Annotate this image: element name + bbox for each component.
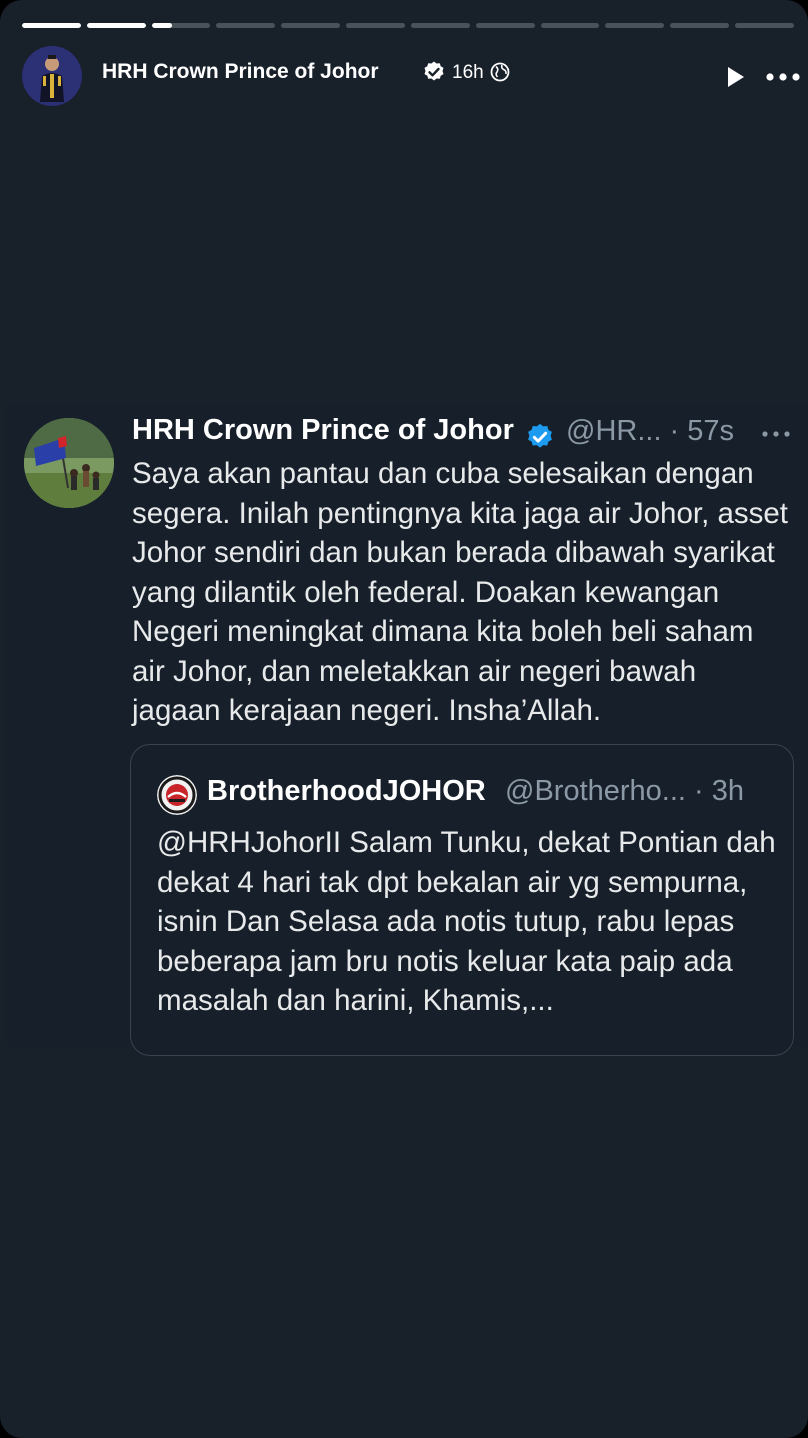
progress-segment [735,23,794,28]
story-header: HRH Crown Prince of Johor 16h [22,46,800,108]
progress-segment [670,23,730,28]
story-progress-bar [22,23,794,28]
progress-segment [346,23,405,28]
quoted-handle-time[interactable]: @Brotherho... · 3h [505,775,744,808]
tweet-text: Saya akan pantau dan cuba selesaikan den… [132,457,788,727]
progress-segment [540,23,600,28]
tweet-card[interactable]: HRH Crown Prince of Johor @HR... · 57s S… [6,404,808,1056]
progress-segment-fill [151,23,173,28]
quoted-author-name[interactable]: BrotherhoodJOHOR [207,775,486,808]
story-timestamp: 16h [452,62,484,83]
progress-segment [22,23,81,28]
verified-badge-icon [424,61,444,81]
progress-segment [281,23,341,28]
quoted-author-avatar[interactable] [157,775,197,815]
progress-segment-fill [86,23,146,28]
story-author-avatar[interactable] [22,46,82,106]
progress-segment [475,23,535,28]
story-viewer: HRH Crown Prince of Johor 16h HRH Crown … [0,0,808,1438]
tweet-handle-time[interactable]: @HR... · 57s [566,415,734,448]
progress-segment [151,23,211,28]
progress-segment [410,23,470,28]
story-author-name[interactable]: HRH Crown Prince of Johor [102,60,379,84]
progress-segment [605,23,665,28]
progress-segment-fill [22,23,81,28]
tweet-author-name[interactable]: HRH Crown Prince of Johor [132,414,514,447]
globe-icon [490,62,510,82]
tweet-header: HRH Crown Prince of Johor @HR... · 57s [132,412,798,454]
quoted-tweet-header: BrotherhoodJOHOR @Brotherho... · 3h [157,773,783,815]
tweet-author-avatar[interactable] [24,418,114,508]
progress-segment [86,23,146,28]
verified-badge-icon [528,423,552,448]
quoted-tweet-text: @HRHJohorII Salam Tunku, dekat Pontian d… [157,826,776,1017]
more-horizontal-icon[interactable] [762,64,804,90]
play-icon[interactable] [722,64,748,90]
progress-segment [216,23,276,28]
tweet-more-icon[interactable] [760,426,792,442]
quoted-tweet[interactable]: BrotherhoodJOHOR @Brotherho... · 3h @HRH… [130,744,794,1056]
